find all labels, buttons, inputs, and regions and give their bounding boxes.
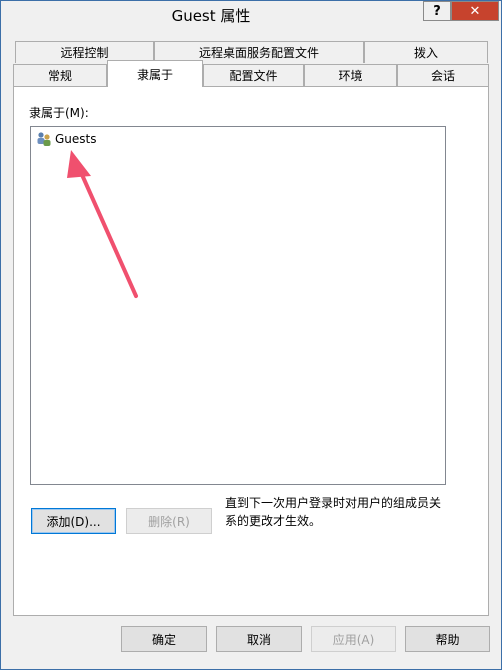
- close-icon: ✕: [469, 3, 481, 19]
- group-name: Guests: [55, 132, 97, 146]
- window-title: Guest 属性: [171, 7, 251, 25]
- tab-environment[interactable]: 环境: [304, 64, 397, 86]
- ok-button[interactable]: 确定: [121, 626, 207, 652]
- help-title-button[interactable]: ?: [423, 1, 451, 21]
- title-bar[interactable]: Guest 属性 ? ✕: [1, 1, 501, 29]
- apply-button[interactable]: 应用(A): [311, 626, 396, 652]
- member-of-list[interactable]: Guests: [30, 126, 446, 485]
- properties-dialog: Guest 属性 ? ✕ 远程控制 远程桌面服务配置文件 拨入 常规 隶属于 配…: [0, 0, 502, 670]
- list-item[interactable]: Guests: [36, 131, 97, 147]
- remove-button[interactable]: 删除(R): [126, 508, 212, 534]
- tab-member-of[interactable]: 隶属于: [107, 60, 203, 87]
- membership-note: 直到下一次用户登录时对用户的组成员关系的更改才生效。: [225, 496, 442, 528]
- tab-sessions[interactable]: 会话: [397, 64, 489, 86]
- add-button[interactable]: 添加(D)...: [31, 508, 116, 534]
- tab-profile[interactable]: 配置文件: [203, 64, 304, 86]
- close-button[interactable]: ✕: [451, 1, 499, 21]
- help-button[interactable]: 帮助: [405, 626, 490, 652]
- user-group-icon: [37, 132, 51, 146]
- cancel-button[interactable]: 取消: [216, 626, 302, 652]
- tab-dial-in[interactable]: 拨入: [364, 41, 488, 63]
- member-of-label: 隶属于(M):: [29, 106, 89, 120]
- tab-general[interactable]: 常规: [13, 64, 107, 86]
